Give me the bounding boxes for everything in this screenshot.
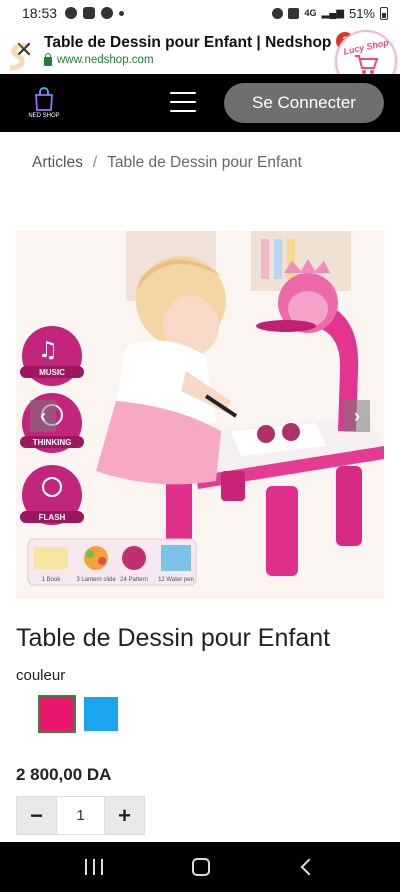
accessory-lantern-label: 3 Lantern slide [76,577,116,583]
accessory-pen-label: 12 Water pen [158,577,194,583]
product-image[interactable]: ♫ MUSIC THINKING FLASH 1 Book 3 Lantern … [16,231,384,599]
breadcrumb-articles[interactable]: Articles [32,154,83,172]
color-swatch-pink[interactable] [38,695,76,733]
menu-icon[interactable] [170,92,196,112]
login-button[interactable]: Se Connecter [224,83,384,123]
battery-icon [380,6,388,20]
color-swatch-blue[interactable] [84,697,118,731]
battery-percent: 51% [348,5,375,21]
quantity-input[interactable]: 1 [56,797,105,834]
back-icon[interactable] [300,858,318,876]
feature-flash-label: FLASH [39,513,66,522]
breadcrumb-current: Table de Dessin pour Enfant [107,154,302,171]
network-type: 4G [304,8,317,18]
accessory-pattern-label: 24 Pattern [120,577,148,583]
status-bar: 18:53 4G ▂▄▆ 51% [0,0,400,26]
carousel-prev-button[interactable]: ‹ [30,400,56,432]
product-illustration: ♫ MUSIC THINKING FLASH 1 Book 3 Lantern … [16,231,384,599]
facebook-icon [65,7,78,19]
status-time: 18:53 [22,5,58,21]
system-navigation-bar [0,842,400,892]
silent-icon [288,7,300,19]
variant-label: couleur [16,667,66,684]
site-header: NED SHOP Se Connecter [0,74,400,132]
accessory-book-label: 1 Book [42,577,62,583]
quantity-stepper: − 1 + [16,796,145,835]
shopping-bag-icon [35,87,53,111]
breadcrumb-separator: / [92,154,98,171]
quantity-increase-button[interactable]: + [105,797,144,834]
more-notifications-icon [119,10,125,16]
carousel-next-button[interactable]: › [344,400,370,432]
site-logo[interactable]: NED SHOP [28,87,60,119]
logo-text: NED SHOP [28,113,60,119]
shopping-cart-icon [355,54,379,74]
feature-thinking-label: THINKING [33,438,72,447]
feature-music-label: MUSIC [39,368,65,377]
alarm-icon [272,7,284,19]
status-right: 4G ▂▄▆ 51% [272,6,388,21]
url-text: www.nedshop.com [57,54,154,66]
lock-icon [44,52,52,66]
pinterest-icon [101,7,114,19]
svg-text:♫: ♫ [38,338,58,363]
gallery-icon [83,7,96,19]
home-icon[interactable] [191,858,210,876]
breadcrumb: Articles / Table de Dessin pour Enfant [32,154,302,172]
quantity-decrease-button[interactable]: − [17,797,56,834]
recent-apps-icon[interactable] [84,859,103,875]
product-title: Table de Dessin pour Enfant [16,624,331,652]
signal-icon: ▂▄▆ [321,7,344,19]
notification-icons [65,7,125,19]
product-price: 2 800,00 DA [16,765,112,784]
